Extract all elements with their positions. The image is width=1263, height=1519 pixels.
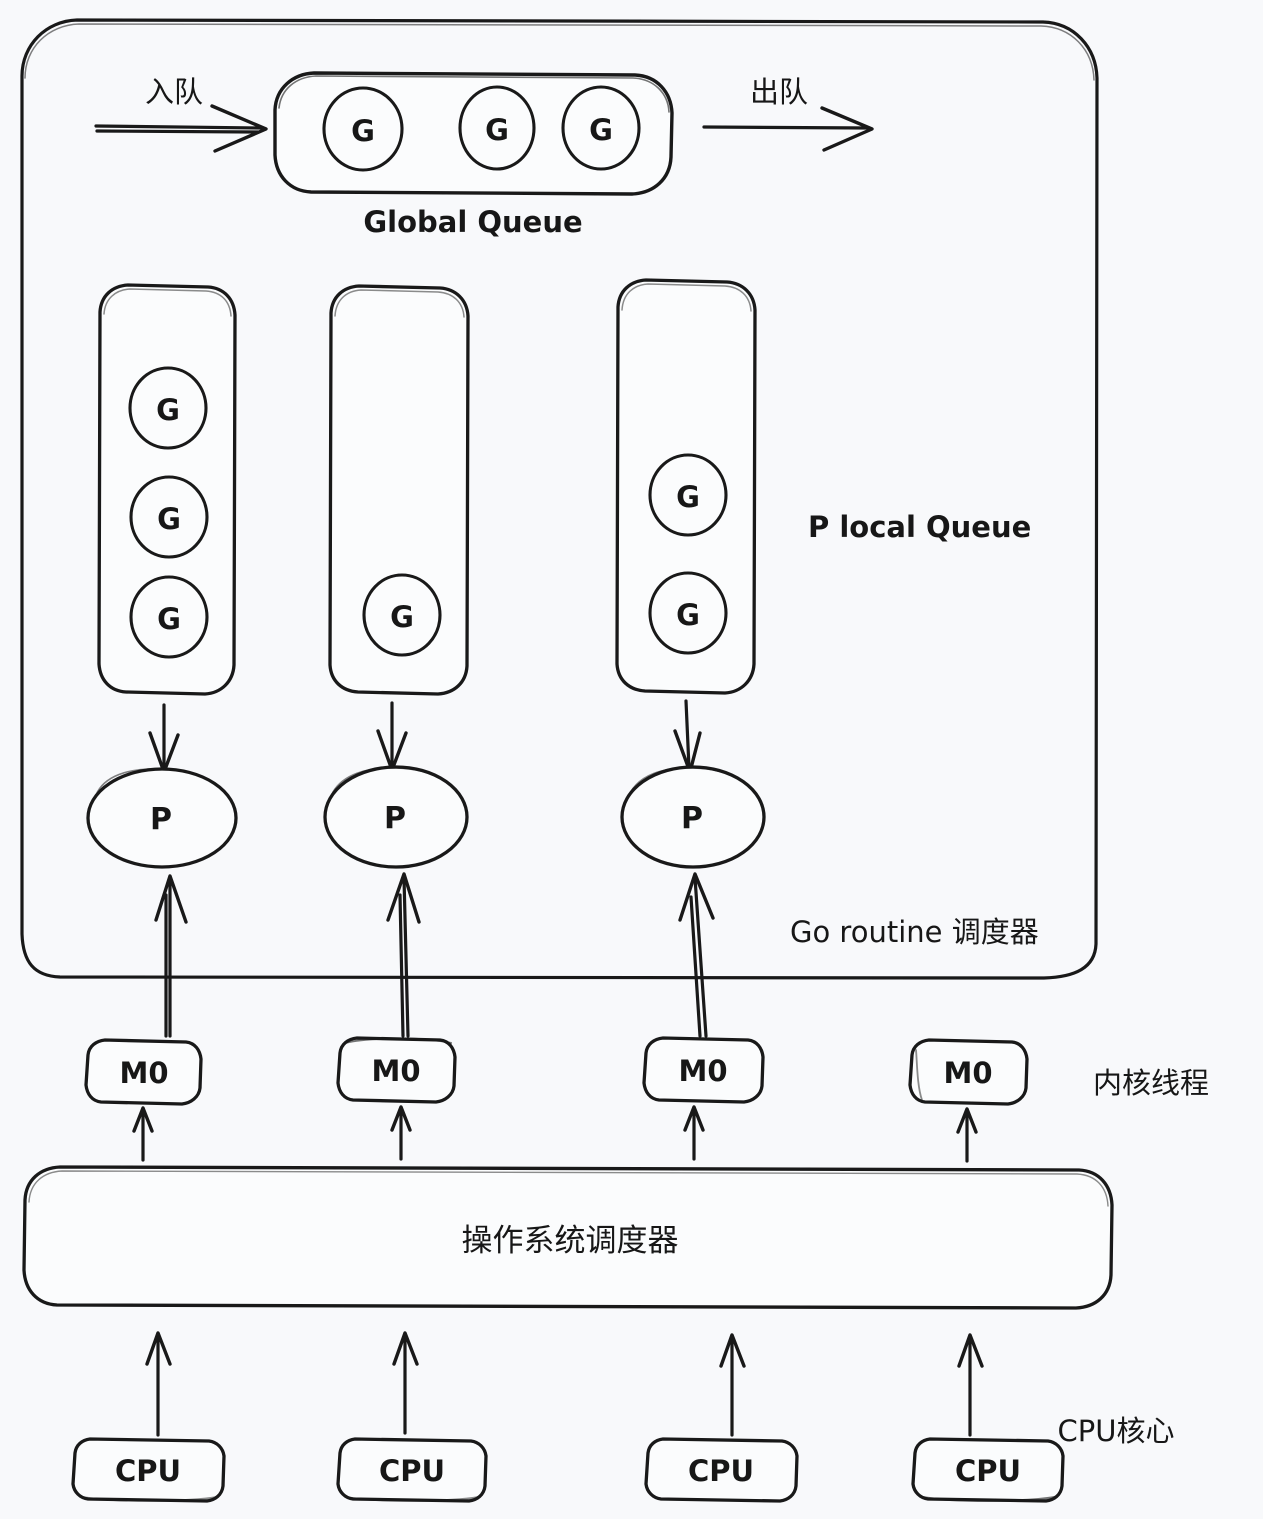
goroutine-label: G bbox=[676, 598, 700, 632]
cpu-core-label: CPU bbox=[115, 1454, 181, 1488]
cpu-core-label: CPU bbox=[379, 1454, 445, 1488]
queue-to-processor-arrow-1 bbox=[148, 703, 180, 774]
goroutine-label: G bbox=[157, 502, 181, 536]
cpu-to-os-scheduler-arrow-2 bbox=[392, 1331, 419, 1435]
dequeue-arrow bbox=[702, 106, 874, 152]
dequeue-label: 出队 bbox=[750, 75, 808, 109]
p-local-queue-1-goroutine-3: G bbox=[129, 575, 209, 659]
cpu-to-os-scheduler-arrow-3 bbox=[719, 1333, 746, 1437]
processor-2: P bbox=[323, 765, 469, 869]
p-local-queue-1-goroutine-1: G bbox=[128, 366, 208, 450]
p-local-queue-2-goroutine-1: G bbox=[362, 573, 442, 657]
cpu-core-group-label: CPU核心 bbox=[1058, 1414, 1175, 1448]
cpu-core-3: CPU bbox=[644, 1437, 799, 1503]
kernel-thread-label: M0 bbox=[371, 1054, 420, 1088]
enqueue-label: 入队 bbox=[145, 75, 203, 109]
processor-3: P bbox=[620, 765, 766, 869]
os-scheduler-to-kernel-thread-arrow-1 bbox=[132, 1106, 154, 1162]
cpu-core-4: CPU bbox=[911, 1437, 1065, 1503]
kernel-thread-label: M0 bbox=[943, 1056, 992, 1090]
os-scheduler-to-kernel-thread-arrow-4 bbox=[956, 1107, 978, 1163]
os-scheduler-label: 操作系统调度器 bbox=[462, 1223, 679, 1259]
cpu-core-1: CPU bbox=[71, 1437, 226, 1503]
enqueue-arrow bbox=[94, 104, 268, 153]
kernel-thread-to-processor-arrow-2 bbox=[386, 872, 421, 1038]
cpu-to-os-scheduler-arrow-1 bbox=[145, 1331, 172, 1437]
kernel-thread-label: M0 bbox=[678, 1054, 727, 1088]
global-queue-goroutine-3: G bbox=[561, 85, 641, 171]
kernel-thread-4: M0 bbox=[908, 1038, 1029, 1106]
p-local-queue-3-goroutine-1: G bbox=[648, 453, 728, 537]
p-local-queue-label: P local Queue bbox=[808, 510, 1031, 544]
global-queue-label: Global Queue bbox=[363, 205, 582, 239]
goroutine-label: G bbox=[485, 113, 509, 147]
processor-label: P bbox=[384, 801, 406, 836]
cpu-core-label: CPU bbox=[955, 1454, 1021, 1488]
p-local-queue-3-goroutine-2: G bbox=[648, 571, 728, 655]
goroutine-scheduler-label: Go routine 调度器 bbox=[790, 915, 1039, 949]
kernel-thread-3: M0 bbox=[642, 1036, 765, 1104]
global-queue-goroutine-2: G bbox=[458, 85, 536, 171]
queue-to-processor-arrow-2 bbox=[376, 701, 408, 772]
global-queue-goroutine-1: G bbox=[322, 86, 404, 172]
goroutine-label: G bbox=[351, 114, 375, 148]
goroutine-label: G bbox=[157, 602, 181, 636]
goroutine-label: G bbox=[156, 393, 180, 427]
kernel-thread-label: M0 bbox=[119, 1056, 168, 1090]
queue-to-processor-arrow-3 bbox=[673, 699, 702, 774]
goroutine-label: G bbox=[676, 480, 700, 514]
p-local-queue-1-goroutine-2: G bbox=[129, 475, 209, 559]
kernel-thread-1: M0 bbox=[84, 1038, 203, 1106]
kernel-thread-to-processor-arrow-1 bbox=[154, 874, 188, 1038]
os-scheduler-to-kernel-thread-arrow-3 bbox=[683, 1105, 705, 1161]
kernel-thread-to-processor-arrow-3 bbox=[678, 872, 715, 1038]
kernel-thread-2: M0 bbox=[336, 1036, 457, 1104]
diagram-canvas: 入队 出队 G G G Global Queue G G G G G G P l… bbox=[0, 0, 1263, 1519]
cpu-core-label: CPU bbox=[688, 1454, 754, 1488]
goroutine-label: G bbox=[589, 113, 613, 147]
processor-label: P bbox=[681, 801, 703, 836]
goroutine-label: G bbox=[390, 600, 414, 634]
kernel-thread-group-label: 内核线程 bbox=[1093, 1066, 1209, 1100]
os-scheduler-to-kernel-thread-arrow-2 bbox=[390, 1105, 412, 1161]
cpu-core-2: CPU bbox=[336, 1437, 488, 1503]
processor-1: P bbox=[86, 767, 238, 869]
cpu-to-os-scheduler-arrow-4 bbox=[957, 1333, 984, 1437]
gmp-scheduler-diagram: 入队 出队 G G G Global Queue G G G G G G P l… bbox=[20, 18, 1209, 1503]
processor-label: P bbox=[150, 802, 172, 837]
